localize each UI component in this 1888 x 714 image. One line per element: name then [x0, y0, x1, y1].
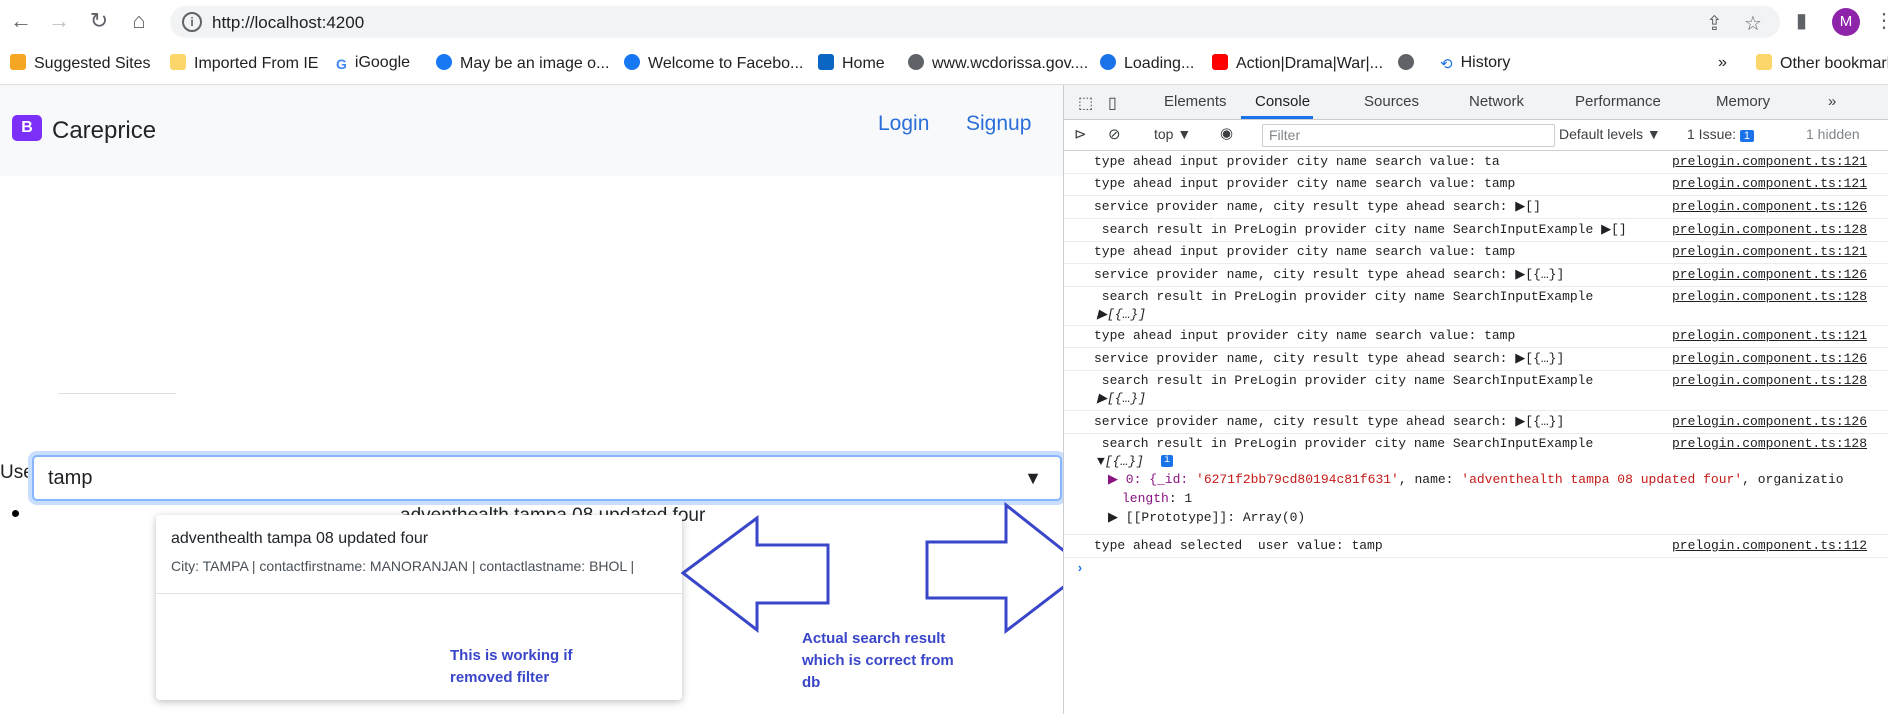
console-message: type ahead input provider city name sear…: [1064, 241, 1888, 264]
live-expression-eye-icon[interactable]: ◉: [1220, 124, 1233, 142]
issues-button[interactable]: 1 Issue: 1: [1687, 126, 1755, 142]
active-tab-indicator: [1241, 116, 1313, 119]
console-message: search result in PreLogin provider city …: [1064, 370, 1888, 411]
console-log: type ahead input provider city name sear…: [1064, 151, 1888, 714]
console-message-expanded: search result in PreLogin provider city …: [1064, 433, 1888, 535]
console-message: type ahead selected user value: tamp prel…: [1064, 534, 1888, 558]
source-link[interactable]: prelogin.component.ts:126: [1672, 267, 1867, 282]
console-message: search result in PreLogin provider city …: [1064, 218, 1888, 242]
source-link[interactable]: prelogin.component.ts:112: [1672, 538, 1867, 553]
console-message: search result in PreLogin provider city …: [1064, 286, 1888, 326]
devtools-panel: ⬚ ▯ Elements Console Sources Network Per…: [1063, 85, 1888, 714]
inspect-icon[interactable]: ⬚: [1078, 93, 1093, 113]
source-link[interactable]: prelogin.component.ts:121: [1672, 176, 1867, 191]
console-message: type ahead input provider city name sear…: [1064, 325, 1888, 348]
clear-console-icon[interactable]: ⊘: [1108, 125, 1121, 143]
array-prototype[interactable]: ▶ [[Prototype]]: Array(0): [1108, 510, 1305, 525]
tab-sources[interactable]: Sources: [1364, 93, 1419, 110]
console-message: type ahead input provider city name sear…: [1064, 151, 1888, 174]
console-message: service provider name, city result type …: [1064, 347, 1888, 371]
console-message: service provider name, city result type …: [1064, 263, 1888, 287]
hidden-count: 1 hidden: [1806, 126, 1860, 142]
source-link[interactable]: prelogin.component.ts:121: [1672, 244, 1867, 259]
console-prompt[interactable]: ›: [1076, 561, 1084, 576]
console-message: service provider name, city result type …: [1064, 410, 1888, 434]
expand-array-toggle[interactable]: ▶[{…}]: [1097, 307, 1146, 322]
left-arrow-shape: [680, 515, 830, 634]
array-length: length: 1: [1122, 491, 1193, 506]
console-filter-input[interactable]: Filter: [1262, 124, 1555, 147]
console-message: type ahead input provider city name sear…: [1064, 173, 1888, 196]
more-tabs-chevron[interactable]: »: [1828, 93, 1836, 110]
collapse-array-toggle[interactable]: ▼[{…}]: [1097, 454, 1144, 469]
tab-console[interactable]: Console: [1255, 93, 1310, 110]
sidebar-toggle-icon[interactable]: ⊳: [1074, 125, 1087, 143]
tab-network[interactable]: Network: [1469, 93, 1524, 110]
tab-elements[interactable]: Elements: [1164, 93, 1227, 110]
console-toolbar: ⊳ ⊘ top ▼ ◉ Filter Default levels ▼ 1 Is…: [1064, 120, 1888, 151]
source-link[interactable]: prelogin.component.ts:126: [1672, 199, 1867, 214]
info-icon[interactable]: i: [1161, 455, 1173, 467]
source-link[interactable]: prelogin.component.ts:128: [1672, 436, 1867, 451]
tab-performance[interactable]: Performance: [1575, 93, 1661, 110]
source-link[interactable]: prelogin.component.ts:126: [1672, 351, 1867, 366]
source-link[interactable]: prelogin.component.ts:128: [1672, 373, 1867, 388]
source-link[interactable]: prelogin.component.ts:128: [1672, 289, 1867, 304]
source-link[interactable]: prelogin.component.ts:121: [1672, 154, 1867, 169]
devtools-tabbar: ⬚ ▯ Elements Console Sources Network Per…: [1064, 85, 1888, 120]
device-toolbar-icon[interactable]: ▯: [1108, 93, 1117, 113]
source-link[interactable]: prelogin.component.ts:121: [1672, 328, 1867, 343]
tab-memory[interactable]: Memory: [1716, 93, 1770, 110]
array-item-0[interactable]: ▶ 0: {_id: '6271f2bb79cd80194c81f631', n…: [1108, 472, 1844, 487]
log-levels-select[interactable]: Default levels ▼: [1559, 126, 1661, 142]
console-message: service provider name, city result type …: [1064, 195, 1888, 219]
source-link[interactable]: prelogin.component.ts:126: [1672, 414, 1867, 429]
source-link[interactable]: prelogin.component.ts:128: [1672, 222, 1867, 237]
context-select[interactable]: top ▼: [1154, 126, 1191, 142]
expand-array-toggle[interactable]: ▶[{…}]: [1097, 391, 1146, 406]
